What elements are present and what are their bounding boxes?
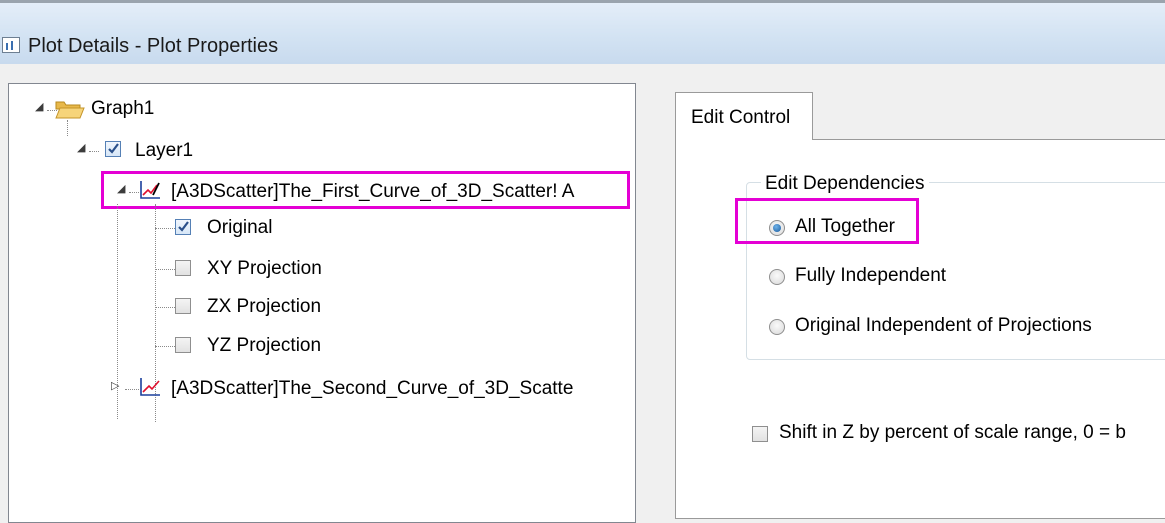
3d-scatter-plot-icon <box>140 181 160 199</box>
tree-connector <box>125 389 139 390</box>
original-independent-radio[interactable] <box>769 319 785 335</box>
layer1-checkbox[interactable] <box>105 141 121 157</box>
properties-tabs: Edit Control Edit Dependencies All Toget… <box>675 92 1165 519</box>
xy-projection-checkbox[interactable] <box>175 260 191 276</box>
fully-independent-radio[interactable] <box>769 269 785 285</box>
fully-independent-label[interactable]: Fully Independent <box>795 265 946 287</box>
collapse-icon[interactable]: ◢ <box>35 100 43 113</box>
tree-connector <box>155 307 175 308</box>
zx-projection-checkbox[interactable] <box>175 298 191 314</box>
all-together-radio[interactable] <box>769 220 785 236</box>
edit-dependencies-title: Edit Dependencies <box>761 173 929 195</box>
collapse-icon[interactable]: ◢ <box>117 182 125 195</box>
plot-tree[interactable]: ◢ Graph1 ◢ Layer1 ◢ [A3DScatter]The_Firs… <box>8 83 636 523</box>
tree-node-zx-projection[interactable]: ZX Projection <box>207 292 321 322</box>
window-title: Plot Details - Plot Properties <box>28 35 279 57</box>
shift-z-label[interactable]: Shift in Z by percent of scale range, 0 … <box>779 422 1126 444</box>
expand-icon[interactable]: ▷ <box>111 379 119 392</box>
window-title-bar[interactable]: Plot Details - Plot Properties <box>0 0 1165 64</box>
shift-z-checkbox[interactable] <box>752 426 768 442</box>
tree-node-yz-projection[interactable]: YZ Projection <box>207 331 321 361</box>
tree-connector <box>155 269 175 270</box>
tab-edit-control[interactable]: Edit Control <box>675 92 813 140</box>
tree-connector <box>155 228 175 229</box>
all-together-label[interactable]: All Together <box>795 216 895 238</box>
folder-open-icon <box>55 101 85 119</box>
tree-connector <box>155 346 175 347</box>
app-icon <box>2 37 20 53</box>
tree-node-plot1[interactable]: [A3DScatter]The_First_Curve_of_3D_Scatte… <box>171 177 574 207</box>
original-checkbox[interactable] <box>175 219 191 235</box>
tree-node-original[interactable]: Original <box>207 213 272 243</box>
tree-node-plot2[interactable]: [A3DScatter]The_Second_Curve_of_3D_Scatt… <box>171 374 573 404</box>
original-independent-label[interactable]: Original Independent of Projections <box>795 315 1092 337</box>
tree-node-graph1[interactable]: Graph1 <box>91 94 154 124</box>
tree-connector <box>89 151 99 152</box>
tree-node-layer1[interactable]: Layer1 <box>135 136 193 166</box>
collapse-icon[interactable]: ◢ <box>77 141 85 154</box>
tree-node-xy-projection[interactable]: XY Projection <box>207 254 322 284</box>
yz-projection-checkbox[interactable] <box>175 337 191 353</box>
tree-connector <box>67 120 68 136</box>
tree-connector <box>129 192 139 193</box>
3d-scatter-plot-icon <box>140 378 160 396</box>
